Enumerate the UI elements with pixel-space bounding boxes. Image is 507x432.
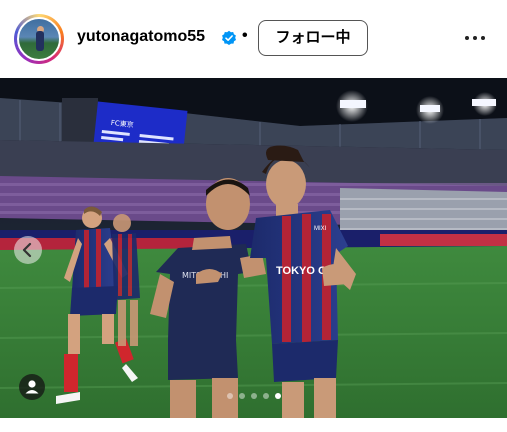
separator-dot: • xyxy=(242,27,248,44)
post-footer-gap xyxy=(0,418,507,432)
more-options-icon[interactable] xyxy=(463,30,487,48)
carousel-prev-button[interactable] xyxy=(14,236,42,264)
carousel-dot xyxy=(239,393,245,399)
stadium-photo: FC東京 TOKYO GAS MIXI xyxy=(0,78,507,418)
chest-badge-mixi: MIXI xyxy=(314,226,327,232)
profile-avatar[interactable] xyxy=(14,14,64,64)
avatar-image xyxy=(17,17,61,61)
post-image[interactable]: FC東京 TOKYO GAS MIXI xyxy=(0,78,507,418)
carousel-indicator xyxy=(227,393,287,399)
carousel-dot xyxy=(227,393,233,399)
carousel-dot-active xyxy=(275,393,281,399)
carousel-dot xyxy=(263,393,269,399)
tagged-users-button[interactable] xyxy=(19,374,45,400)
username-link[interactable]: yutonagatomo55 xyxy=(77,28,205,46)
following-button[interactable]: フォロー中 xyxy=(258,20,368,56)
post-header: yutonagatomo55 • フォロー中 xyxy=(0,0,507,78)
verified-badge-icon xyxy=(222,30,236,45)
user-tag-icon xyxy=(25,380,39,394)
carousel-dot xyxy=(251,393,257,399)
chevron-left-icon xyxy=(22,242,32,258)
